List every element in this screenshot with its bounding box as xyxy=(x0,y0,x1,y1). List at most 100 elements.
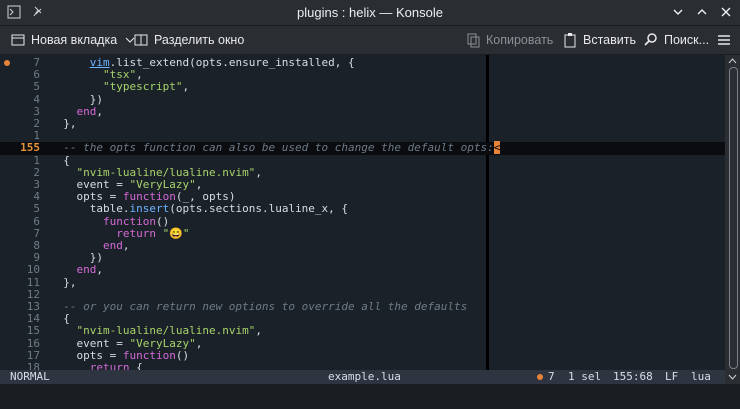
code-text: -- or you can return new options to over… xyxy=(50,300,468,313)
minimize-icon[interactable] xyxy=(670,4,686,20)
new-tab-button[interactable]: Новая вкладка xyxy=(10,26,138,54)
code-token: , xyxy=(195,336,203,350)
code-token: }, xyxy=(50,117,77,130)
paste-label: Вставить xyxy=(583,33,636,47)
search-label: Поиск... xyxy=(664,33,710,47)
code-token: }) xyxy=(50,251,103,265)
code-line[interactable]: 2 }, xyxy=(0,117,725,130)
code-token: -- the opts function can also be used to… xyxy=(50,141,494,155)
code-token: () xyxy=(175,348,190,362)
copy-icon xyxy=(465,32,481,48)
status-bar: NORMAL example.lua 7 1 sel 155:68 LF lua xyxy=(0,370,725,384)
editor-pane[interactable]: 7 vim.list_extend(opts.ensure_installed,… xyxy=(0,55,725,374)
code-token: function xyxy=(122,348,176,362)
line-number: 11 xyxy=(26,275,40,289)
scroll-down-icon[interactable] xyxy=(728,373,737,381)
code-token: { xyxy=(50,153,70,167)
code-token: .list_extend(opts.ensure_installed, { xyxy=(109,56,355,69)
mode-indicator: NORMAL xyxy=(10,370,50,383)
code-token: , xyxy=(122,239,130,252)
code-token: function xyxy=(122,190,176,204)
line-number: 155 xyxy=(20,141,40,155)
code-text: }, xyxy=(50,117,77,130)
line-number: 10 xyxy=(26,263,40,277)
split-view-button[interactable]: Разделить окно xyxy=(133,26,244,54)
diagnostics-count: 7 xyxy=(548,370,555,383)
scrollbar[interactable] xyxy=(725,55,740,384)
code-token: end xyxy=(102,239,123,252)
copy-label: Копировать xyxy=(486,33,554,47)
paste-button[interactable]: Вставить xyxy=(562,26,636,54)
code-text: }, xyxy=(50,275,77,289)
code-token: "nvim-lualine/lualine.nvim" xyxy=(76,165,256,179)
selection-count: 1 sel xyxy=(568,370,602,383)
window-title: plugins : helix — Konsole xyxy=(297,5,443,20)
code-token: }) xyxy=(50,92,103,106)
code-token: function xyxy=(102,214,156,228)
code-token: , xyxy=(255,324,262,338)
code-token: "nvim-lualine/lualine.nvim" xyxy=(76,324,256,338)
code-token: }, xyxy=(50,275,77,289)
cursor-position: 155:68 xyxy=(613,370,653,383)
code-token: , xyxy=(182,80,190,94)
code-line[interactable]: 4 }) xyxy=(0,92,725,106)
code-line[interactable]: 13 -- or you can return new options to o… xyxy=(0,300,725,313)
title-bar: plugins : helix — Konsole xyxy=(0,0,740,26)
code-token: event = xyxy=(50,178,130,191)
code-line[interactable]: 11 }, xyxy=(0,275,725,289)
maximize-icon[interactable] xyxy=(694,4,710,20)
code-token: , xyxy=(195,178,203,191)
close-icon[interactable] xyxy=(718,4,734,20)
line-number: 4 xyxy=(33,92,40,106)
code-token: -- or you can return new options to over… xyxy=(50,300,468,313)
code-token: opts = xyxy=(50,190,123,204)
code-token: table. xyxy=(50,202,130,216)
code-token: , xyxy=(136,68,143,82)
scrollbar-thumb[interactable] xyxy=(729,67,738,369)
code-token: end xyxy=(76,263,97,277)
scroll-up-icon[interactable] xyxy=(728,57,737,65)
line-number: 16 xyxy=(26,336,40,350)
language: lua xyxy=(691,370,711,383)
code-token: () xyxy=(155,214,170,228)
code-token: "typescript" xyxy=(102,80,183,94)
code-line[interactable]: 5 "typescript", xyxy=(0,81,725,93)
code-token: return xyxy=(116,226,156,240)
code-line[interactable]: 9 }) xyxy=(0,251,725,265)
paste-icon xyxy=(562,32,578,48)
toolbar: Новая вкладка Разделить окно Копировать … xyxy=(0,26,740,55)
current-code-line[interactable]: 155 -- the opts function can also be use… xyxy=(0,141,725,155)
menu-button[interactable] xyxy=(716,26,732,54)
code-line[interactable]: 8 end, xyxy=(0,239,725,252)
line-number: 5 xyxy=(33,202,40,216)
code-token: , xyxy=(96,104,103,118)
code-token: end xyxy=(76,104,97,118)
file-name: example.lua xyxy=(328,370,401,383)
line-number: 5 xyxy=(33,80,40,94)
code-token: insert xyxy=(129,202,170,216)
code-token: opts = xyxy=(50,348,123,362)
code-line[interactable]: 10 end, xyxy=(0,264,725,276)
line-number: 1 xyxy=(33,153,40,167)
code-token: , xyxy=(96,263,103,277)
new-tab-icon xyxy=(10,32,26,48)
code-token: (_, opts) xyxy=(175,190,236,204)
search-button[interactable]: Поиск... xyxy=(643,26,709,54)
desktop-background xyxy=(0,384,740,409)
code-token: "tsx" xyxy=(102,68,137,82)
code-token: "😄" xyxy=(155,226,190,240)
copy-button[interactable]: Копировать xyxy=(465,26,553,54)
code-text: -- the opts function can also be used to… xyxy=(50,141,501,155)
new-tab-label: Новая вкладка xyxy=(31,33,118,47)
code-line[interactable]: 3 end, xyxy=(0,104,725,118)
code-token: (opts.sections.lualine_x, { xyxy=(169,202,349,216)
line-number: 6 xyxy=(33,214,40,228)
code-token: "VeryLazy" xyxy=(129,336,196,350)
